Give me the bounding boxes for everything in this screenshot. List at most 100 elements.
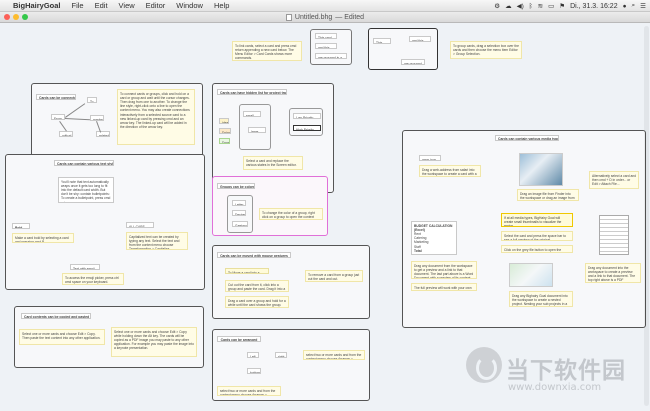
user-icon[interactable]: ● xyxy=(623,3,627,10)
app-icon-card[interactable]: apps icon xyxy=(419,155,441,161)
group-box[interactable]: This card and this card are grouped in a… xyxy=(310,29,352,65)
connector-line[interactable] xyxy=(59,121,67,132)
group-title[interactable]: Cards can be arranged xyxy=(217,336,261,342)
clock[interactable]: Di., 31.3. 16:22 xyxy=(570,3,617,10)
card[interactable]: Left xyxy=(247,352,259,358)
group-title[interactable]: Cards can contain various media types xyxy=(495,135,559,141)
connector-line[interactable] xyxy=(64,118,90,121)
emoji-card[interactable]: Text with emoji ☺👍 xyxy=(70,264,100,270)
cloud-icon[interactable]: ☁ xyxy=(505,2,512,10)
bold-card[interactable]: Bold Text xyxy=(12,223,30,229)
card[interactable]: are grouped xyxy=(401,59,425,65)
group-title[interactable]: Cards can contain various text styles xyxy=(54,160,114,166)
node-from[interactable]: From xyxy=(51,114,65,120)
task-group[interactable]: small task large Task xyxy=(239,104,271,150)
group-title[interactable]: Card contents can be copied and pasted xyxy=(21,313,91,319)
search-icon[interactable]: ⌕ xyxy=(632,2,636,10)
note-card[interactable]: Drag any Bighairy Goal document into the… xyxy=(509,291,573,307)
group-moved[interactable]: Cards can be moved with mouse gestures T… xyxy=(212,245,370,319)
note-card[interactable]: Drag any document from the workspace to … xyxy=(411,261,477,279)
menu-help[interactable]: Help xyxy=(214,1,229,10)
move-card[interactable]: To Move a card into a group xyxy=(225,268,269,274)
inner-group[interactable]: Letter Design Gaetano xyxy=(227,195,253,233)
document-preview[interactable] xyxy=(599,215,629,255)
node-critical[interactable]: critical xyxy=(59,131,73,137)
tip-card[interactable]: To group cards, drag a selection box ove… xyxy=(450,41,522,59)
note-card[interactable]: Select one or more cards and choose Edit… xyxy=(111,327,197,357)
note-card[interactable]: Select one or more cards and choose Edit… xyxy=(19,329,105,345)
priority-card[interactable]: High Priority Task xyxy=(293,125,321,131)
gear-icon[interactable]: ⚙ xyxy=(494,2,500,10)
menu-file[interactable]: File xyxy=(72,1,84,10)
wifi-icon[interactable]: ≋ xyxy=(538,2,543,10)
group-media[interactable]: Cards can contain various media types ap… xyxy=(402,130,646,328)
node-to[interactable]: To xyxy=(87,97,97,103)
note-card[interactable]: Drag a web-address from safari into the … xyxy=(419,165,481,177)
note-card[interactable]: Make a card bold by selecting a card and… xyxy=(12,233,74,243)
card[interactable]: and this card xyxy=(409,36,431,42)
note-card[interactable]: To change the color of a group, right cl… xyxy=(259,208,323,220)
node-related[interactable]: related xyxy=(96,131,110,137)
priority-group[interactable]: Low Priority Task High Priority Task xyxy=(289,108,323,136)
spreadsheet-card[interactable]: BUDGET CALCULATION (Excel) Rent Catering… xyxy=(411,221,457,255)
group-arranged[interactable]: Cards can be arranged Left right bottom … xyxy=(212,329,370,401)
nested-map-card[interactable] xyxy=(509,263,553,287)
note-card[interactable]: Drag any document into the workspace to … xyxy=(585,263,641,283)
card[interactable]: Letter xyxy=(232,200,246,206)
note-card[interactable]: select two or more cards and from the co… xyxy=(217,386,281,396)
card[interactable]: This card xyxy=(373,38,391,44)
zoom-button[interactable] xyxy=(22,14,28,20)
group-copied[interactable]: Card contents can be copied and pasted S… xyxy=(14,306,204,368)
note-card[interactable]: Select a card and replace the various st… xyxy=(243,156,303,170)
note-card[interactable]: Capitalized text can be created by typin… xyxy=(126,232,188,250)
flag-icon[interactable]: ⚑ xyxy=(559,2,565,10)
state-idea[interactable]: idea xyxy=(219,118,229,124)
state-done[interactable]: Done xyxy=(219,138,230,144)
note-card[interactable]: select two or more cards and from the co… xyxy=(303,350,365,360)
close-button[interactable] xyxy=(4,14,10,20)
note-card[interactable]: Select the card and press the space bar … xyxy=(501,231,573,241)
note-card[interactable]: To remove a card from a group just cut t… xyxy=(305,270,363,282)
note-card[interactable]: Alternatively select a card and then cmd… xyxy=(589,171,639,189)
volume-icon[interactable]: ◀) xyxy=(517,2,524,10)
state-doing[interactable]: Doing xyxy=(219,128,231,134)
menu-editor[interactable]: Editor xyxy=(146,1,166,10)
menu-edit[interactable]: Edit xyxy=(95,1,108,10)
bluetooth-icon[interactable]: ᛒ xyxy=(529,3,533,10)
note-card[interactable]: Drag a card over a group and hold for a … xyxy=(225,296,289,308)
note-card[interactable]: To connect cards or groups, click and ho… xyxy=(117,89,195,145)
caps-card[interactable]: ALL CAPS TEXT xyxy=(126,222,154,228)
priority-card[interactable]: Low Priority Task xyxy=(293,113,321,119)
text-card[interactable]: You'll note that text automatically wrap… xyxy=(58,177,114,203)
group-title[interactable]: Cards can have hidden list for project t… xyxy=(217,89,287,95)
note-card[interactable]: The full preview will work with your own… xyxy=(411,283,477,291)
card[interactable]: bottom xyxy=(247,368,261,374)
menu-app-name[interactable]: BigHairyGoal xyxy=(13,1,61,10)
card[interactable]: Gaetano xyxy=(232,221,248,227)
group-box[interactable]: This card and this card are grouped xyxy=(368,28,438,70)
group-text-styles[interactable]: Cards can contain various text styles Yo… xyxy=(5,154,205,290)
group-title[interactable]: Groups can be colored xyxy=(217,183,255,189)
list-icon[interactable]: ☰ xyxy=(640,2,646,10)
card[interactable]: right xyxy=(275,352,287,358)
image-card[interactable] xyxy=(519,153,563,186)
note-card[interactable]: Click on the grey file button to open th… xyxy=(501,245,573,253)
card[interactable]: and this card xyxy=(315,43,337,49)
card[interactable]: Design xyxy=(232,210,246,216)
note-card[interactable]: Cut out the card from it, click into a g… xyxy=(225,280,289,292)
task-card[interactable]: large Task xyxy=(248,127,266,133)
menu-window[interactable]: Window xyxy=(176,1,203,10)
group-colored[interactable]: Groups can be colored Letter Design Gaet… xyxy=(212,176,328,236)
card[interactable]: are grouped in a hill xyxy=(315,53,347,59)
menu-view[interactable]: View xyxy=(119,1,135,10)
tip-card[interactable]: To link cards, select a card and press c… xyxy=(232,41,302,61)
note-card[interactable]: Drag an image file from Finder into the … xyxy=(517,189,579,201)
battery-icon[interactable]: ▭ xyxy=(548,2,554,10)
connector-line[interactable] xyxy=(65,103,86,118)
selected-note-card[interactable]: If at all media types, BigHairy Goal wil… xyxy=(501,213,573,227)
card[interactable]: This card xyxy=(315,33,337,39)
note-card[interactable]: To access the emoji picker, press ctrl c… xyxy=(62,273,124,285)
group-title[interactable]: Cards can be connected xyxy=(36,94,76,100)
minimize-button[interactable] xyxy=(13,14,19,20)
task-card[interactable]: small task xyxy=(243,111,261,117)
